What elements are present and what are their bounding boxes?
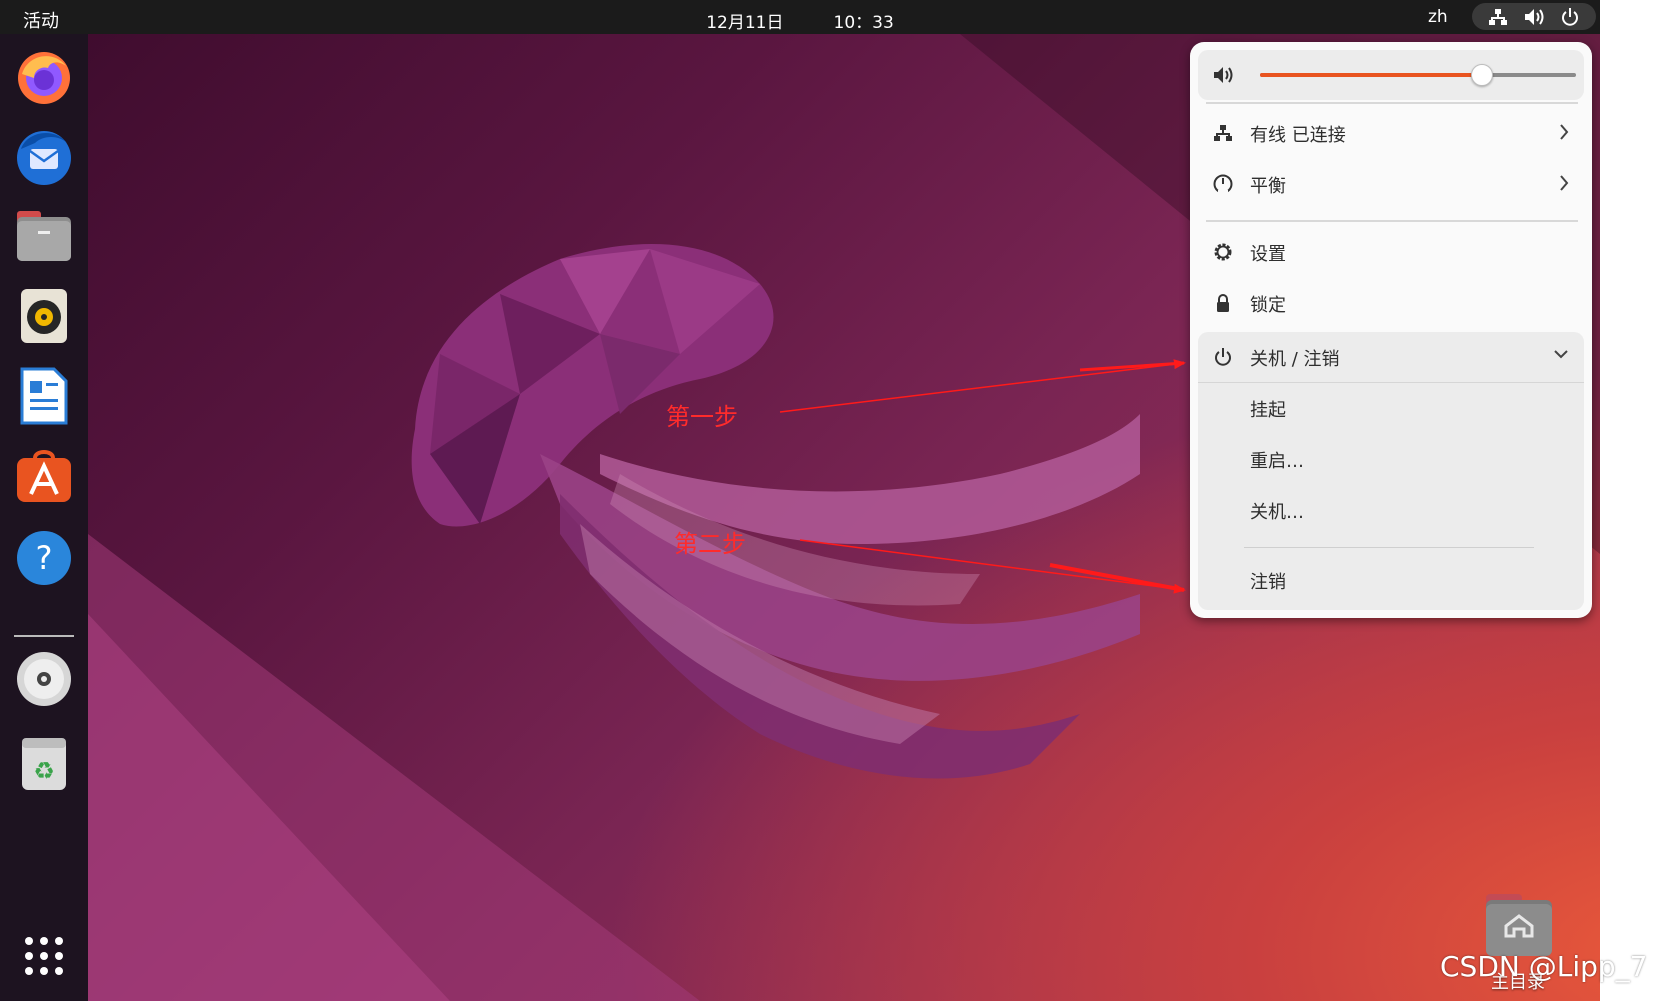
csdn-watermark: CSDN @Lipp_7: [1440, 950, 1648, 983]
arrow-step2: [799, 539, 1186, 594]
annotation-arrows: [779, 359, 1186, 594]
screen: 主目录 活动 12月11日 10：33 zh ? ♻ 有线 已连接 平衡 设置 …: [0, 0, 1600, 1001]
annotation-step2: 第二步: [674, 530, 746, 558]
arrow-step1: [779, 359, 1186, 413]
annotation-step1: 第一步: [666, 403, 738, 431]
